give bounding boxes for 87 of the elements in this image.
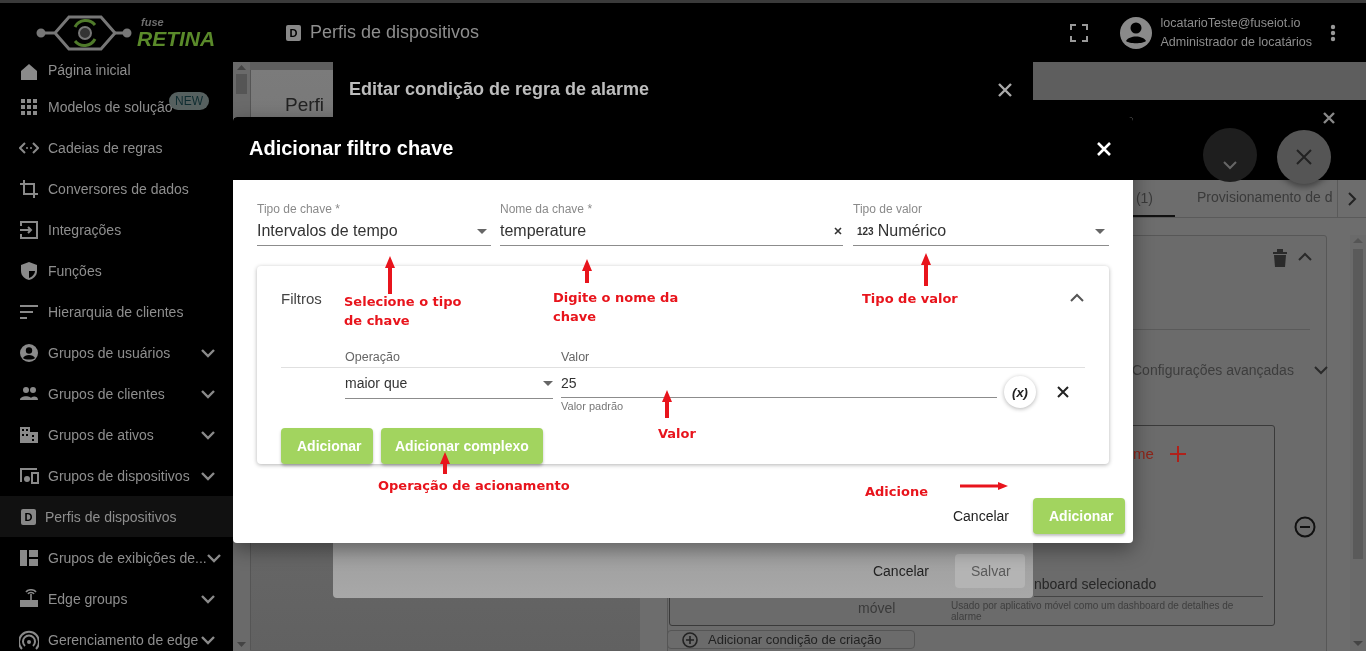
nav-icon [19,96,39,117]
nav-item[interactable]: Funções [0,250,233,291]
nav-icon [19,547,39,568]
nav-item[interactable]: Gerenciamento de edge [0,619,233,651]
annotation: Valor [658,425,697,443]
close-icon[interactable] [997,81,1013,98]
nav-icon [19,260,39,281]
chevron-down-icon[interactable] [1223,160,1237,170]
chevron-down-icon[interactable] [1313,365,1328,375]
column-header: Operação [345,350,401,364]
field-label: Tipo de chave * [257,202,341,217]
nav-item[interactable]: Conversores de dados [0,168,233,209]
number-icon: 123 [857,225,874,237]
variable-button[interactable]: (x) [1004,376,1036,408]
alarm-label: me [1133,445,1154,462]
trash-icon[interactable] [1273,249,1287,267]
nav-icon [19,629,39,650]
logo-text: fuse [140,16,165,28]
dropdown[interactable]: Intervalos de tempo [257,217,491,246]
nav-item[interactable]: Grupos de usuários [0,332,233,373]
nav-icon [19,465,39,486]
annotation-arrow [440,452,450,474]
nav-icon [19,342,39,363]
remove-icon[interactable] [1056,385,1070,399]
field-label: Nome da chave * [500,202,594,217]
field-hint: Valor padrão [561,400,625,412]
annotation-arrow [385,256,395,294]
chevron-down-icon [201,470,215,481]
nav-icon [19,588,39,609]
annotation-arrow [582,259,592,283]
nav-icon: D [21,508,36,525]
close-icon[interactable] [1322,111,1336,125]
nav-item[interactable]: Grupos de exibições de... [0,537,233,578]
nav-icon [19,219,39,240]
caret-icon [477,228,487,234]
clear-icon[interactable] [833,226,843,236]
annotation: Operação de acionamento [378,477,571,495]
page-icon: D [286,24,301,41]
section-title: Filtros [281,289,322,307]
annotation: Digite o nome da chave [553,289,680,326]
annotation: Adicione [865,483,929,501]
chevron-down-icon [201,347,215,358]
fullscreen-icon[interactable] [1069,23,1088,42]
user-email: locatarioTeste@fuseiot.io [1160,14,1302,32]
chevron-down-icon [201,429,215,440]
nav-item[interactable]: D Perfis de dispositivos [0,496,233,537]
user-role: Administrador de locatários [1160,33,1312,51]
cancel-button[interactable]: Cancelar [856,554,945,588]
cancel-button[interactable]: Cancelar [936,498,1025,534]
nav-item[interactable]: Grupos de dispositivos [0,455,233,496]
chevron-up-icon[interactable] [1070,293,1084,303]
nav-icon [19,424,39,445]
nav-icon [19,178,39,199]
avatar-icon[interactable] [1119,16,1152,49]
annotation: Tipo de valor [862,290,959,308]
nav-item[interactable]: Integrações [0,209,233,250]
dialog-title: Adicionar filtro chave [249,137,454,160]
field-label: Tipo de valor [853,202,923,217]
column-header: Valor [561,350,590,364]
nav-item[interactable]: Cadeias de regras [0,127,233,168]
dropdown[interactable]: maior que [345,368,553,399]
page-heading: Perfi [285,94,325,116]
chevron-right-icon[interactable] [1347,191,1357,206]
input-field[interactable]: 25 [561,368,997,398]
dialog-title: Editar condição de regra de alarme [349,79,650,100]
nav-item[interactable]: Hierarquia de clientes [0,291,233,332]
caret-icon [543,380,553,386]
dropdown[interactable]: 123 Numérico [853,217,1109,246]
annotation-arrow [960,482,1008,490]
annotation-arrow [662,390,672,418]
chevron-down-icon [201,388,215,399]
chevron-down-icon [201,593,215,604]
more-icon[interactable] [1330,23,1336,42]
nav-item[interactable]: Grupos de ativos [0,414,233,455]
nav-item[interactable]: Edge groups [0,578,233,619]
logo-text: RETINA [137,27,216,49]
chevron-down-icon [201,634,215,645]
page-title: Perfis de dispositivos [310,22,480,43]
close-icon [1295,148,1313,166]
chevron-down-icon [206,552,221,563]
annotation: Selecione o tipo de chave [344,293,463,330]
nav-item[interactable]: Grupos de clientes [0,373,233,414]
nav-item[interactable]: Página inicial [0,62,233,86]
input-field[interactable]: temperature [500,217,843,246]
plus-circle-icon [682,631,698,648]
annotation-arrow [921,253,931,286]
minus-circle-icon[interactable] [1294,516,1316,538]
